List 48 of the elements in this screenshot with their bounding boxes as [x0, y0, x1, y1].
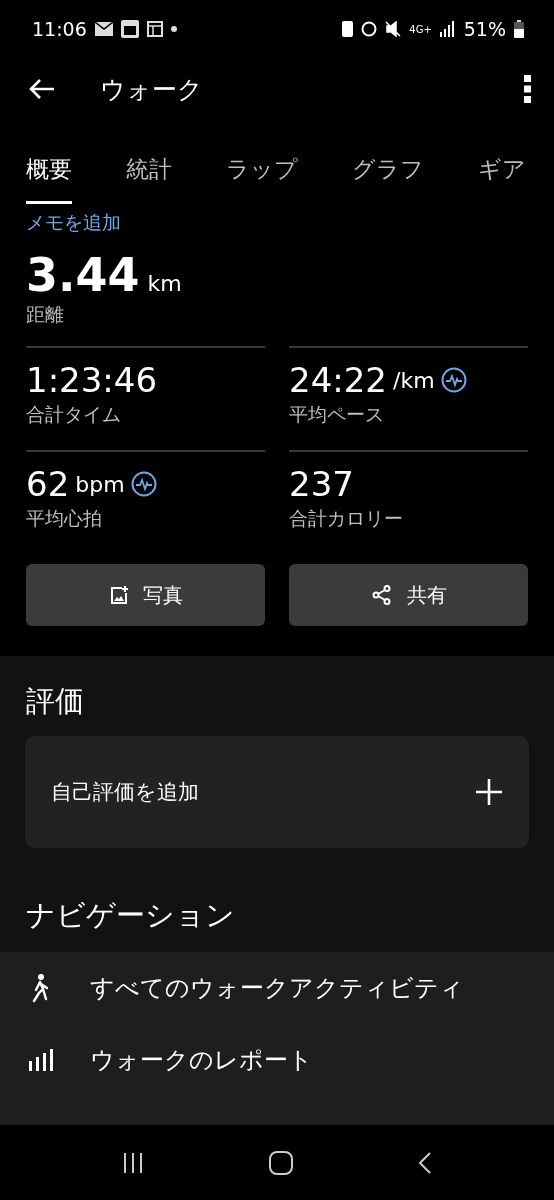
signal-icon: [439, 21, 456, 37]
network-type: 4G+: [409, 23, 432, 35]
news-icon: [146, 21, 163, 37]
stat-value: 1:23:46: [26, 360, 158, 400]
section-title: 評価: [25, 683, 85, 720]
recent-apps-button[interactable]: [122, 1151, 145, 1174]
stat-label: 合計タイム: [26, 402, 122, 427]
bar-chart-icon: [28, 1049, 54, 1071]
dot-icon: [170, 26, 177, 32]
stat-unit: /km: [393, 367, 435, 393]
home-button[interactable]: [269, 1150, 293, 1175]
tab[interactable]: ギア: [478, 142, 526, 204]
add-rating-button[interactable]: 自己評価を追加: [25, 736, 529, 848]
stat-label: 平均ペース: [289, 402, 385, 427]
tab[interactable]: グラフ: [352, 142, 424, 204]
add-image-icon: [108, 585, 129, 605]
section-title: ナビゲーション: [25, 897, 236, 934]
battery-percent: 51%: [463, 18, 506, 40]
pulse-icon[interactable]: [130, 471, 157, 497]
plus-icon: [475, 778, 503, 806]
distance-value: 3.44: [26, 248, 140, 302]
stat-label: 合計カロリー: [289, 506, 404, 531]
stat-label: 平均心拍: [26, 506, 103, 531]
mute-icon: [385, 21, 402, 37]
share-button[interactable]: 共有: [289, 564, 528, 626]
page-title: ウォーク: [100, 73, 204, 106]
stat-unit: bpm: [75, 471, 125, 497]
share-icon: [370, 584, 393, 606]
tab[interactable]: ラップ: [226, 142, 298, 204]
battery-icon: [514, 20, 524, 38]
mail-icon: [94, 22, 113, 36]
calendar-icon: [120, 20, 139, 38]
more-options-button[interactable]: [524, 75, 532, 103]
photo-button[interactable]: 写真: [26, 564, 265, 626]
distance-unit: km: [147, 271, 182, 296]
navigation-item[interactable]: ウォークのレポート: [0, 1024, 554, 1096]
stat-value: 237: [289, 464, 354, 504]
back-nav-button[interactable]: [417, 1151, 432, 1174]
tab[interactable]: 概要: [26, 142, 72, 204]
add-memo-link[interactable]: メモを追加: [0, 204, 121, 236]
distance-label: 距離: [26, 302, 65, 327]
navigation-item[interactable]: すべてのウォークアクティビティ: [0, 952, 554, 1024]
tab[interactable]: 統計: [126, 142, 172, 204]
back-button[interactable]: [28, 77, 56, 101]
stat-value: 24:22: [289, 360, 387, 400]
status-time: 11:06: [32, 18, 87, 40]
pulse-icon[interactable]: [440, 367, 467, 393]
stat-value: 62: [26, 464, 70, 504]
